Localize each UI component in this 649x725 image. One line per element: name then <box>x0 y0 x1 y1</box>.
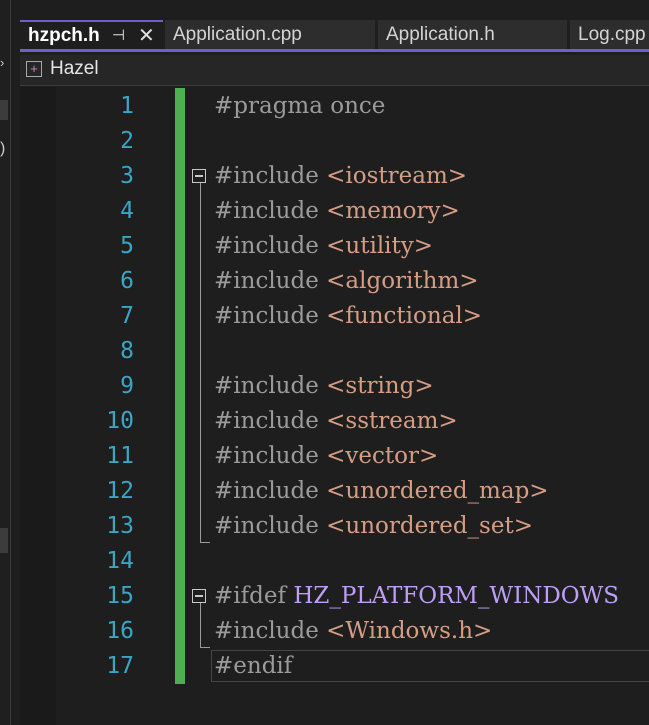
active-tab-underline <box>20 49 649 52</box>
fold-guide-line <box>200 603 201 647</box>
line-number: 3 <box>120 163 134 189</box>
code-line[interactable]: #include <utility> <box>214 229 433 264</box>
preprocessor-directive: #include <box>214 268 327 294</box>
current-line-highlight <box>211 650 649 682</box>
header-name: <memory> <box>326 198 460 224</box>
line-number: 10 <box>106 408 134 434</box>
left-tool-strip: › ) <box>0 0 11 725</box>
code-line[interactable]: #ifdef HZ_PLATFORM_WINDOWS <box>214 579 619 614</box>
document-tab-bar: hzpch.h ⊣ ✕ Application.cpp Application.… <box>20 20 649 52</box>
code-line[interactable]: #include <unordered_map> <box>214 474 549 509</box>
pin-icon[interactable]: ⊣ <box>112 22 125 50</box>
header-name: <iostream> <box>326 163 468 189</box>
line-number: 11 <box>106 443 134 469</box>
collapse-ifdef-icon[interactable] <box>192 589 206 603</box>
header-name: <unordered_map> <box>326 478 549 504</box>
preprocessor-directive: #include <box>214 373 327 399</box>
strip-marker <box>0 528 8 553</box>
strip-arrow-icon[interactable]: › <box>0 55 4 70</box>
preprocessor-directive: #include <box>214 618 327 644</box>
preprocessor-directive: #pragma once <box>214 93 386 119</box>
code-line[interactable]: #include <vector> <box>214 439 438 474</box>
change-tracking-bar <box>175 88 185 684</box>
line-number: 8 <box>120 338 134 364</box>
preprocessor-directive: #ifdef <box>214 583 294 609</box>
close-icon[interactable]: ✕ <box>138 22 155 50</box>
code-line[interactable]: #pragma once <box>214 89 385 124</box>
code-line[interactable]: #include <string> <box>214 369 434 404</box>
header-name: <unordered_set> <box>326 513 533 539</box>
project-icon: + <box>26 61 42 77</box>
tab-application-h[interactable]: Application.h <box>378 20 567 50</box>
line-number: 2 <box>120 128 134 154</box>
tab-label: Application.h <box>386 24 495 45</box>
fold-guide-end <box>200 647 210 648</box>
line-number: 15 <box>106 583 134 609</box>
project-name[interactable]: Hazel <box>50 58 99 80</box>
line-number: 4 <box>120 198 134 224</box>
fold-guide-line <box>200 183 201 542</box>
code-line[interactable]: #include <sstream> <box>214 404 458 439</box>
preprocessor-directive: #include <box>214 303 327 329</box>
strip-text-fragment: ) <box>0 140 6 157</box>
header-name: <vector> <box>326 443 439 469</box>
header-name: <sstream> <box>326 408 458 434</box>
preprocessor-directive: #include <box>214 198 327 224</box>
preprocessor-directive: #include <box>214 408 327 434</box>
preprocessor-directive: #include <box>214 478 327 504</box>
header-name: <algorithm> <box>326 268 479 294</box>
tab-label: Log.cpp <box>578 24 646 45</box>
line-number: 14 <box>106 548 134 574</box>
line-number: 7 <box>120 303 134 329</box>
tab-label: Application.cpp <box>173 24 302 45</box>
line-number: 5 <box>120 233 134 259</box>
line-number: 17 <box>106 653 134 679</box>
preprocessor-directive: #include <box>214 513 327 539</box>
header-name: <utility> <box>326 233 434 259</box>
line-number: 1 <box>120 93 134 119</box>
tab-label: hzpch.h <box>28 25 100 46</box>
line-number: 9 <box>120 373 134 399</box>
preprocessor-directive: #include <box>214 163 327 189</box>
header-name: <string> <box>326 373 434 399</box>
code-line[interactable]: #include <algorithm> <box>214 264 479 299</box>
line-number-gutter[interactable]: 1 2 3 4 5 6 7 8 9 10 11 12 13 14 15 16 17 <box>56 87 134 725</box>
project-navigation-bar[interactable]: + Hazel <box>20 55 649 86</box>
line-number: 13 <box>106 513 134 539</box>
collapse-includes-icon[interactable] <box>192 169 206 183</box>
code-line[interactable]: #include <unordered_set> <box>214 509 533 544</box>
preprocessor-directive: #include <box>214 233 327 259</box>
tab-hzpch-h[interactable]: hzpch.h ⊣ ✕ <box>20 20 163 50</box>
header-name: <functional> <box>326 303 483 329</box>
tab-application-cpp[interactable]: Application.cpp <box>165 20 375 50</box>
code-line[interactable]: #include <Windows.h> <box>214 614 492 649</box>
macro-name: HZ_PLATFORM_WINDOWS <box>293 583 620 609</box>
glyph-margin[interactable] <box>20 87 56 725</box>
code-line[interactable]: #include <functional> <box>214 299 482 334</box>
line-number: 6 <box>120 268 134 294</box>
line-number: 16 <box>106 618 134 644</box>
tab-log-cpp[interactable]: Log.cpp <box>570 20 649 50</box>
fold-guide-end <box>200 542 210 543</box>
preprocessor-directive: #include <box>214 443 327 469</box>
code-line[interactable]: #include <iostream> <box>214 159 467 194</box>
line-number: 12 <box>106 478 134 504</box>
code-line[interactable]: #include <memory> <box>214 194 460 229</box>
strip-marker <box>0 100 8 120</box>
header-name: <Windows.h> <box>326 618 493 644</box>
